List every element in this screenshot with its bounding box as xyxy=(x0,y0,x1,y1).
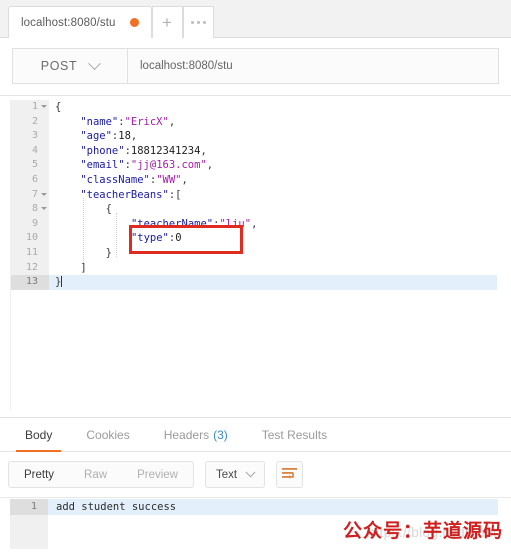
request-url-input[interactable]: localhost:8080/stu xyxy=(128,49,498,83)
code-line: 4 "phone":18812341234, xyxy=(11,143,497,159)
response-tab-label: Headers xyxy=(163,427,210,442)
plus-icon: + xyxy=(162,13,172,32)
word-wrap-toggle-button[interactable] xyxy=(276,461,304,488)
code-line: 3 "age":18, xyxy=(11,129,497,144)
line-number: 13 xyxy=(11,275,49,290)
code-line-text: { xyxy=(55,101,62,113)
code-line-text: "email":"jj@163.com", xyxy=(80,159,214,172)
code-line-text: "name":"EricX", xyxy=(80,115,176,128)
ellipsis-icon xyxy=(190,21,206,24)
response-format-value: Text xyxy=(215,468,238,481)
request-url-value: localhost:8080/stu xyxy=(140,60,233,72)
line-number: 1 xyxy=(11,100,49,115)
view-mode-preview[interactable]: Preview xyxy=(122,462,193,487)
response-tab-label: Cookies xyxy=(86,427,130,442)
request-body-editor[interactable]: 1{2 "name":"EricX", 3 "age":18, 4 "phone":… xyxy=(0,96,511,418)
line-number: 6 xyxy=(11,172,49,188)
response-tab-count: (3) xyxy=(213,427,228,442)
new-tab-button[interactable]: + xyxy=(151,6,183,38)
code-line-text: } xyxy=(49,275,497,290)
fold-arrow-icon[interactable] xyxy=(41,192,47,196)
response-view-mode-group: Pretty Raw Preview xyxy=(8,461,194,488)
response-tab-cookies[interactable]: Cookies xyxy=(69,418,146,451)
response-line-number: 1 xyxy=(10,499,48,515)
gutter-filler xyxy=(10,515,48,549)
response-format-select[interactable]: Text xyxy=(204,461,266,488)
request-tab-bar: localhost:8080/stu + xyxy=(0,0,511,38)
code-line: 13} xyxy=(11,275,497,290)
request-url-bar: POST localhost:8080/stu xyxy=(0,38,511,96)
request-tab-localhost-stu[interactable]: localhost:8080/stu xyxy=(8,6,152,38)
line-number: 7 xyxy=(11,187,49,203)
word-wrap-icon xyxy=(282,468,298,479)
code-line-text: ] xyxy=(80,261,87,274)
line-number: 10 xyxy=(11,231,49,246)
code-line-list: 1{2 "name":"EricX", 3 "age":18, 4 "phone":… xyxy=(11,100,497,290)
request-tab-label: localhost:8080/stu xyxy=(21,16,116,29)
response-tab-headers[interactable]: Headers (3) xyxy=(147,418,245,451)
line-number: 9 xyxy=(11,216,49,232)
code-line-text: "className":"WW", xyxy=(80,173,188,186)
code-line-text: "age":18, xyxy=(80,130,138,143)
line-number: 11 xyxy=(11,245,49,261)
response-tab-label: Test Results xyxy=(261,427,328,442)
code-line: 7 "teacherBeans":[ xyxy=(11,187,497,203)
line-number: 2 xyxy=(11,114,49,130)
unsaved-changes-dot-icon xyxy=(129,18,139,27)
code-line: 5 "email":"jj@163.com", xyxy=(11,158,497,173)
code-line: 8 { xyxy=(11,202,497,217)
code-line: 1{ xyxy=(11,100,497,115)
line-number: 12 xyxy=(11,260,49,276)
code-line-text: "phone":18812341234, xyxy=(80,144,207,157)
more-options-button[interactable] xyxy=(182,6,214,38)
text-caret xyxy=(61,276,63,288)
url-bar-group: POST localhost:8080/stu xyxy=(12,48,499,84)
code-line-text: "teacherName":"liu", xyxy=(130,217,258,230)
red-watermark: 公众号：芋道源码 xyxy=(342,520,503,542)
http-method-selector[interactable]: POST xyxy=(13,49,128,83)
code-line: 11 } xyxy=(11,245,497,261)
code-line: 10 "type":0 xyxy=(11,231,497,246)
code-line-text: "teacherBeans":[ xyxy=(80,188,182,201)
view-mode-raw[interactable]: Raw xyxy=(69,462,122,487)
fold-arrow-icon[interactable] xyxy=(41,105,47,108)
http-method-label: POST xyxy=(40,59,78,73)
line-number: 3 xyxy=(11,129,49,144)
code-line: 2 "name":"EricX", xyxy=(11,114,497,130)
request-body-code-pane[interactable]: 1{2 "name":"EricX", 3 "age":18, 4 "phone":… xyxy=(10,100,497,410)
view-mode-pretty[interactable]: Pretty xyxy=(9,462,69,487)
code-line: 6 "className":"WW", xyxy=(11,172,497,188)
response-tab-label: Body xyxy=(25,427,53,442)
chevron-down-icon xyxy=(88,56,102,70)
line-number: 5 xyxy=(11,158,49,173)
code-line: 9 "teacherName":"liu", xyxy=(11,216,497,232)
code-line-text: } xyxy=(105,246,112,259)
chevron-down-icon xyxy=(245,467,256,478)
line-number: 4 xyxy=(11,143,49,159)
response-tab-body[interactable]: Body xyxy=(8,418,69,452)
response-body-line: 1 add student success xyxy=(10,499,511,515)
response-toolbar: Pretty Raw Preview Text xyxy=(0,452,511,497)
response-tab-test-results[interactable]: Test Results xyxy=(245,418,344,451)
response-tab-bar: Body Cookies Headers (3) Test Results xyxy=(0,418,511,452)
line-number: 8 xyxy=(11,202,49,217)
fold-arrow-icon[interactable] xyxy=(41,207,47,211)
response-body-text: add student success xyxy=(48,499,498,515)
code-line: 12 ] xyxy=(11,260,497,276)
code-line-text: { xyxy=(105,203,112,216)
code-line-text: "type":0 xyxy=(130,232,182,245)
